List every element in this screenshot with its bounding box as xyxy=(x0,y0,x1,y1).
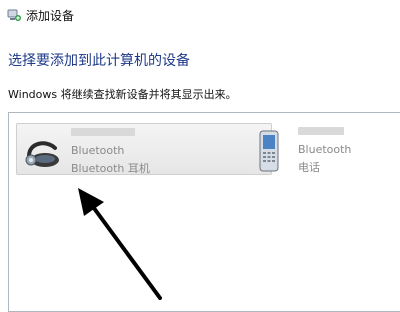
device-item-phone[interactable]: Bluetooth 电话 xyxy=(256,123,396,175)
window-title: 添加设备 xyxy=(26,9,75,23)
bluetooth-headset-icon xyxy=(25,141,59,167)
device-type-label: Bluetooth xyxy=(298,143,352,156)
device-type-label: Bluetooth xyxy=(71,144,125,157)
add-device-icon xyxy=(7,9,21,21)
device-name-redacted xyxy=(298,127,344,135)
device-category-label: Bluetooth 耳机 xyxy=(71,162,150,175)
title-bar: 添加设备 xyxy=(0,0,400,30)
device-name-redacted xyxy=(71,128,135,136)
mobile-phone-icon xyxy=(259,130,279,172)
device-item-bluetooth-headset[interactable]: Bluetooth Bluetooth 耳机 xyxy=(16,123,272,175)
page-subtext: Windows 将继续查找新设备并将其显示出来。 xyxy=(8,88,237,101)
device-category-label: 电话 xyxy=(298,161,320,174)
black-arrow-annotation xyxy=(78,188,162,300)
page-heading: 选择要添加到此计算机的设备 xyxy=(8,53,190,69)
